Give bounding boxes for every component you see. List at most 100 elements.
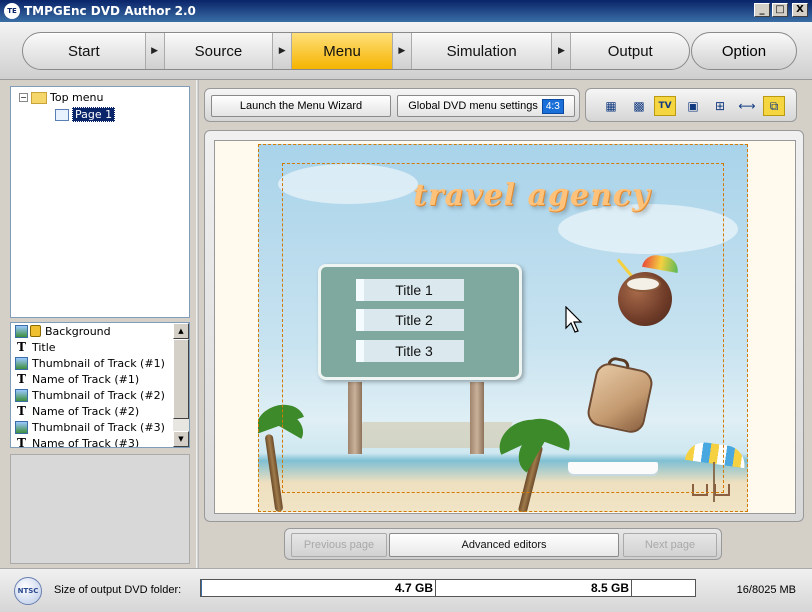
menu-background-image[interactable]: travel agency Title 1 Title 2 Title 3 bbox=[258, 144, 748, 512]
output-size-label: Size of output DVD folder: bbox=[54, 584, 182, 596]
list-item-thumbnail-3[interactable]: Thumbnail of Track (#3) bbox=[11, 419, 189, 435]
image-icon bbox=[15, 356, 28, 370]
list-item-background[interactable]: Background bbox=[11, 323, 189, 339]
output-size-gauge: 4.7 GB 8.5 GB bbox=[200, 579, 696, 597]
collapse-icon[interactable]: − bbox=[19, 93, 28, 102]
menu-button-title-1[interactable]: Title 1 bbox=[356, 279, 464, 301]
cocktail-umbrella-decoration bbox=[642, 252, 680, 274]
maximize-button[interactable]: □ bbox=[772, 3, 788, 17]
capacity-tick-single-layer bbox=[435, 580, 436, 596]
tree-item-page-1[interactable]: Page 1 bbox=[55, 107, 116, 122]
menu-tree: − Top menu Page 1 bbox=[10, 86, 190, 318]
width-fit-icon[interactable]: ⟷ bbox=[736, 96, 758, 116]
beach-chair-decoration bbox=[692, 484, 708, 496]
panel-splitter[interactable] bbox=[196, 80, 199, 568]
list-item-thumbnail-1[interactable]: Thumbnail of Track (#1) bbox=[11, 355, 189, 371]
left-panel: − Top menu Page 1 Background T Title Thu… bbox=[10, 86, 190, 564]
image-icon bbox=[15, 388, 28, 402]
mouse-cursor-icon bbox=[565, 306, 583, 333]
list-item-label: Name of Track (#3) bbox=[32, 436, 140, 448]
menu-wizard-button[interactable]: Launch the Menu Wizard bbox=[211, 95, 391, 117]
coconut-top-decoration bbox=[625, 276, 661, 292]
window-controls: _ □ X bbox=[754, 3, 808, 17]
capacity-dual-layer: 8.5 GB bbox=[591, 581, 630, 595]
menu-logo-title[interactable]: travel agency bbox=[413, 178, 650, 213]
window-title: TMPGEnc DVD Author 2.0 bbox=[24, 4, 196, 18]
list-item-label: Thumbnail of Track (#2) bbox=[32, 388, 165, 402]
text-icon: T bbox=[17, 403, 26, 418]
folder-icon bbox=[31, 91, 47, 104]
close-button[interactable]: X bbox=[792, 3, 808, 17]
tree-item-top-menu[interactable]: − Top menu bbox=[19, 91, 104, 104]
beach-umbrella-pole bbox=[713, 462, 715, 502]
step-arrow-icon: ▶ bbox=[391, 33, 412, 69]
step-tabs: Start ▶ Source ▶ Menu ▶ Simulation ▶ Out… bbox=[22, 32, 690, 70]
advanced-editors-button[interactable]: Advanced editors bbox=[389, 533, 619, 557]
list-item-name-1[interactable]: T Name of Track (#1) bbox=[11, 371, 189, 387]
option-button[interactable]: Option bbox=[691, 32, 797, 70]
beach-chair-decoration bbox=[714, 484, 730, 496]
global-settings-label: Global DVD menu settings bbox=[408, 100, 538, 112]
ntsc-badge[interactable]: NTSC bbox=[14, 577, 42, 605]
scroll-thumb[interactable] bbox=[173, 339, 189, 419]
step-arrow-icon: ▶ bbox=[272, 33, 293, 69]
object-list: Background T Title Thumbnail of Track (#… bbox=[10, 322, 190, 448]
grid-fine-icon[interactable]: ▩ bbox=[628, 96, 650, 116]
tree-item-label: Page 1 bbox=[72, 107, 116, 122]
list-item-title[interactable]: T Title bbox=[11, 339, 189, 355]
status-bar: NTSC Size of output DVD folder: 4.7 GB 8… bbox=[0, 568, 812, 612]
capacity-tick-dual-layer bbox=[631, 580, 632, 596]
list-item-name-2[interactable]: T Name of Track (#2) bbox=[11, 403, 189, 419]
global-settings-button[interactable]: Global DVD menu settings 4:3 bbox=[397, 95, 575, 117]
grid-icon[interactable]: ▦ bbox=[600, 96, 622, 116]
palm-tree-left bbox=[264, 433, 284, 512]
menu-button-title-3[interactable]: Title 3 bbox=[356, 340, 464, 362]
menu-button-title-2[interactable]: Title 2 bbox=[356, 309, 464, 331]
toolbar-tools: ▦ ▩ TV ▣ ⊞ ⟷ ⧉ bbox=[585, 88, 797, 122]
select-frame-icon[interactable]: ▣ bbox=[682, 96, 704, 116]
next-page-button[interactable]: Next page bbox=[623, 533, 717, 557]
capacity-single-layer: 4.7 GB bbox=[395, 581, 434, 595]
step-arrow-icon: ▶ bbox=[144, 33, 165, 69]
lock-icon bbox=[30, 325, 41, 337]
sign-shadow bbox=[353, 422, 513, 448]
list-item-label: Thumbnail of Track (#1) bbox=[32, 356, 165, 370]
object-list-scrollbar[interactable]: ▲ ▼ bbox=[173, 323, 189, 447]
scroll-up-icon[interactable]: ▲ bbox=[173, 323, 189, 339]
sign-post bbox=[348, 382, 362, 454]
align-grid-icon[interactable]: ⊞ bbox=[709, 96, 731, 116]
tree-item-label: Top menu bbox=[50, 91, 104, 104]
toolbar-actions: Launch the Menu Wizard Global DVD menu s… bbox=[204, 88, 580, 122]
minimize-button[interactable]: _ bbox=[754, 3, 770, 17]
previous-page-button[interactable]: Previous page bbox=[291, 533, 387, 557]
suitcase-image[interactable] bbox=[584, 360, 656, 436]
scroll-down-icon[interactable]: ▼ bbox=[173, 431, 189, 447]
text-icon: T bbox=[17, 339, 26, 354]
image-icon bbox=[15, 324, 28, 338]
list-item-name-3[interactable]: T Name of Track (#3) bbox=[11, 435, 189, 448]
output-size-fill bbox=[201, 580, 202, 596]
menu-signboard: Title 1 Title 2 Title 3 bbox=[318, 264, 522, 380]
app-icon: TE bbox=[4, 3, 20, 19]
list-item-label: Background bbox=[45, 324, 111, 338]
page-icon bbox=[55, 108, 69, 121]
overlap-icon[interactable]: ⧉ bbox=[763, 96, 785, 116]
beach-umbrella-decoration bbox=[684, 439, 748, 469]
tv-safe-area-icon[interactable]: TV bbox=[654, 96, 676, 116]
properties-panel bbox=[10, 454, 190, 564]
step-menu[interactable]: Menu bbox=[292, 33, 392, 69]
text-icon: T bbox=[17, 371, 26, 386]
title-bar: TE TMPGEnc DVD Author 2.0 _ □ X bbox=[0, 0, 812, 22]
page-navigation: Previous page Advanced editors Next page bbox=[284, 528, 722, 560]
step-output[interactable]: Output bbox=[571, 33, 689, 69]
menu-canvas[interactable]: travel agency Title 1 Title 2 Title 3 bbox=[214, 140, 796, 514]
step-source[interactable]: Source bbox=[165, 33, 273, 69]
canvas-frame: travel agency Title 1 Title 2 Title 3 bbox=[204, 130, 804, 522]
sign-post bbox=[470, 382, 484, 454]
list-item-thumbnail-2[interactable]: Thumbnail of Track (#2) bbox=[11, 387, 189, 403]
list-item-label: Title bbox=[32, 340, 56, 354]
aspect-ratio-badge: 4:3 bbox=[541, 98, 564, 114]
list-item-label: Name of Track (#2) bbox=[32, 404, 140, 418]
step-start[interactable]: Start bbox=[23, 33, 145, 69]
step-simulation[interactable]: Simulation bbox=[412, 33, 552, 69]
